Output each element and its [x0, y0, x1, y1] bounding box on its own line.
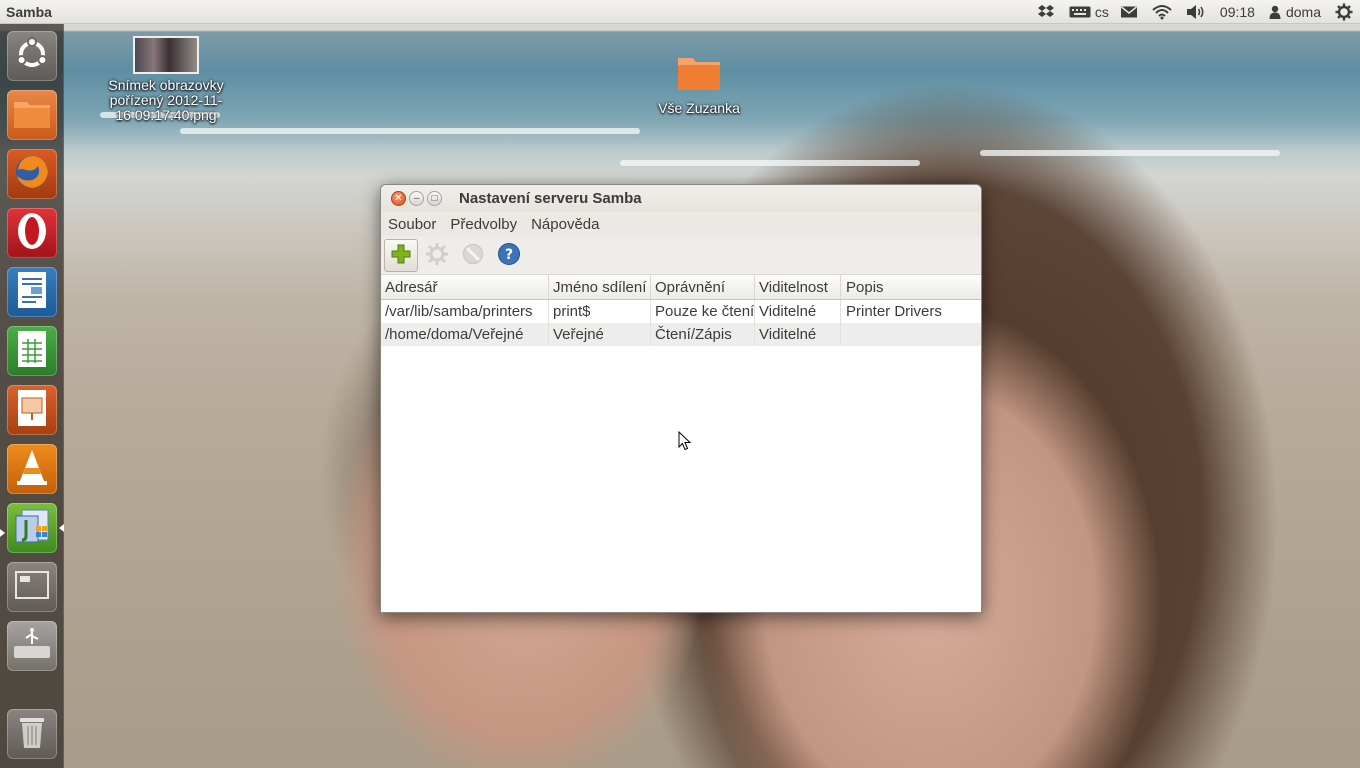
add-icon — [390, 243, 412, 268]
launcher-workspaces[interactable] — [7, 562, 57, 612]
table-row[interactable]: /var/lib/samba/printers print$ Pouze ke … — [381, 300, 981, 323]
vlc-icon — [14, 447, 50, 491]
desktop-icon-label-line: Snímek obrazovky — [108, 77, 224, 93]
desktop-icon-label-line: Vše Zuzanka — [658, 100, 740, 116]
minimize-button[interactable]: – — [409, 191, 424, 206]
desktop-icon-folder[interactable]: Vše Zuzanka — [646, 52, 752, 116]
ubuntu-logo-icon — [14, 36, 50, 76]
usb-drive-icon — [12, 626, 52, 666]
keyboard-layout-label: cs — [1094, 3, 1109, 20]
launcher-vlc[interactable] — [7, 444, 57, 494]
close-icon: ✕ — [394, 192, 403, 204]
cell-visibility: Viditelné — [755, 323, 841, 346]
menu-file[interactable]: Soubor — [381, 216, 443, 233]
cell-visibility: Viditelné — [755, 300, 841, 323]
samba-icon — [12, 506, 52, 550]
column-header-description[interactable]: Popis — [841, 275, 981, 299]
properties-icon — [425, 242, 449, 269]
launcher — [0, 24, 64, 768]
column-header-share-name[interactable]: Jméno sdílení — [549, 275, 651, 299]
column-header-visibility[interactable]: Viditelnost — [755, 275, 841, 299]
maximize-button[interactable]: □ — [427, 191, 442, 206]
mail-icon[interactable] — [1113, 0, 1145, 24]
keyboard-icon — [1069, 5, 1091, 19]
cell-permissions: Čtení/Zápis — [651, 323, 755, 346]
running-indicator — [0, 529, 5, 537]
dash-button[interactable] — [7, 31, 57, 81]
delete-icon — [461, 242, 485, 269]
indicator-area: cs 09:18 doma — [1030, 0, 1360, 24]
launcher-files[interactable] — [7, 90, 57, 140]
window-title: Nastavení serveru Samba — [459, 190, 642, 207]
cell-description — [841, 323, 981, 346]
menu-help[interactable]: Nápověda — [524, 216, 606, 233]
focused-indicator — [59, 524, 64, 532]
column-header-directory[interactable]: Adresář — [381, 275, 549, 299]
dropbox-icon[interactable] — [1030, 0, 1062, 24]
samba-settings-window: ✕ – □ Nastavení serveru Samba Soubor Pře… — [380, 184, 982, 613]
user-icon — [1269, 5, 1281, 19]
maximize-icon: □ — [431, 192, 438, 204]
launcher-usb-drive[interactable] — [7, 621, 57, 671]
launcher-writer[interactable] — [7, 267, 57, 317]
workspace-switcher-icon — [14, 570, 50, 604]
files-icon — [12, 96, 52, 134]
user-menu[interactable]: doma — [1262, 0, 1328, 24]
cell-directory: /var/lib/samba/printers — [381, 300, 549, 323]
minimize-icon: – — [413, 192, 420, 204]
table-row[interactable]: /home/doma/Veřejné Veřejné Čtení/Zápis V… — [381, 323, 981, 346]
add-share-button[interactable] — [384, 238, 418, 272]
svg-text:?: ? — [505, 247, 513, 263]
table-header: Adresář Jméno sdílení Oprávnění Viditeln… — [381, 275, 981, 300]
volume-icon[interactable] — [1179, 0, 1213, 24]
launcher-calc[interactable] — [7, 326, 57, 376]
menu-preferences[interactable]: Předvolby — [443, 216, 524, 233]
active-app-title: Samba — [6, 3, 52, 20]
top-panel: Samba cs 09:18 doma — [0, 0, 1360, 24]
delete-share-button[interactable] — [456, 239, 490, 272]
cell-share-name: Veřejné — [549, 323, 651, 346]
gear-icon[interactable] — [1328, 0, 1360, 24]
desktop-icon-label-line: 16 09:17:40.png — [115, 107, 217, 123]
cell-share-name: print$ — [549, 300, 651, 323]
launcher-opera[interactable] — [7, 208, 57, 258]
desktop-icon-label-line: pořízený 2012-11- — [109, 92, 223, 108]
cell-permissions: Pouze ke čtení — [651, 300, 755, 323]
cell-description: Printer Drivers — [846, 303, 942, 320]
help-button[interactable]: ? — [492, 239, 526, 272]
calc-icon — [16, 329, 48, 373]
menubar: Soubor Předvolby Nápověda — [381, 212, 981, 236]
window-titlebar[interactable]: ✕ – □ Nastavení serveru Samba — [381, 185, 981, 212]
folder-icon — [675, 52, 723, 95]
trash-icon — [17, 714, 47, 754]
help-icon: ? — [497, 242, 521, 269]
launcher-trash[interactable] — [7, 709, 57, 759]
mouse-pointer-icon — [678, 430, 692, 455]
clock[interactable]: 09:18 — [1213, 0, 1262, 24]
cell-directory: /home/doma/Veřejné — [381, 323, 549, 346]
launcher-samba[interactable] — [7, 503, 57, 553]
launcher-impress[interactable] — [7, 385, 57, 435]
opera-icon — [14, 211, 50, 255]
column-header-permissions[interactable]: Oprávnění — [651, 275, 755, 299]
keyboard-indicator[interactable]: cs — [1062, 0, 1113, 24]
close-button[interactable]: ✕ — [391, 191, 406, 206]
user-name: doma — [1285, 3, 1321, 20]
wifi-icon[interactable] — [1145, 0, 1179, 24]
image-thumbnail — [133, 36, 199, 74]
impress-icon — [16, 388, 48, 432]
writer-icon — [16, 270, 48, 314]
desktop-icon-screenshot[interactable]: Snímek obrazovky pořízený 2012-11- 16 09… — [100, 36, 232, 123]
firefox-icon — [12, 152, 52, 196]
toolbar: ? — [381, 236, 981, 275]
properties-button[interactable] — [420, 239, 454, 272]
launcher-firefox[interactable] — [7, 149, 57, 199]
